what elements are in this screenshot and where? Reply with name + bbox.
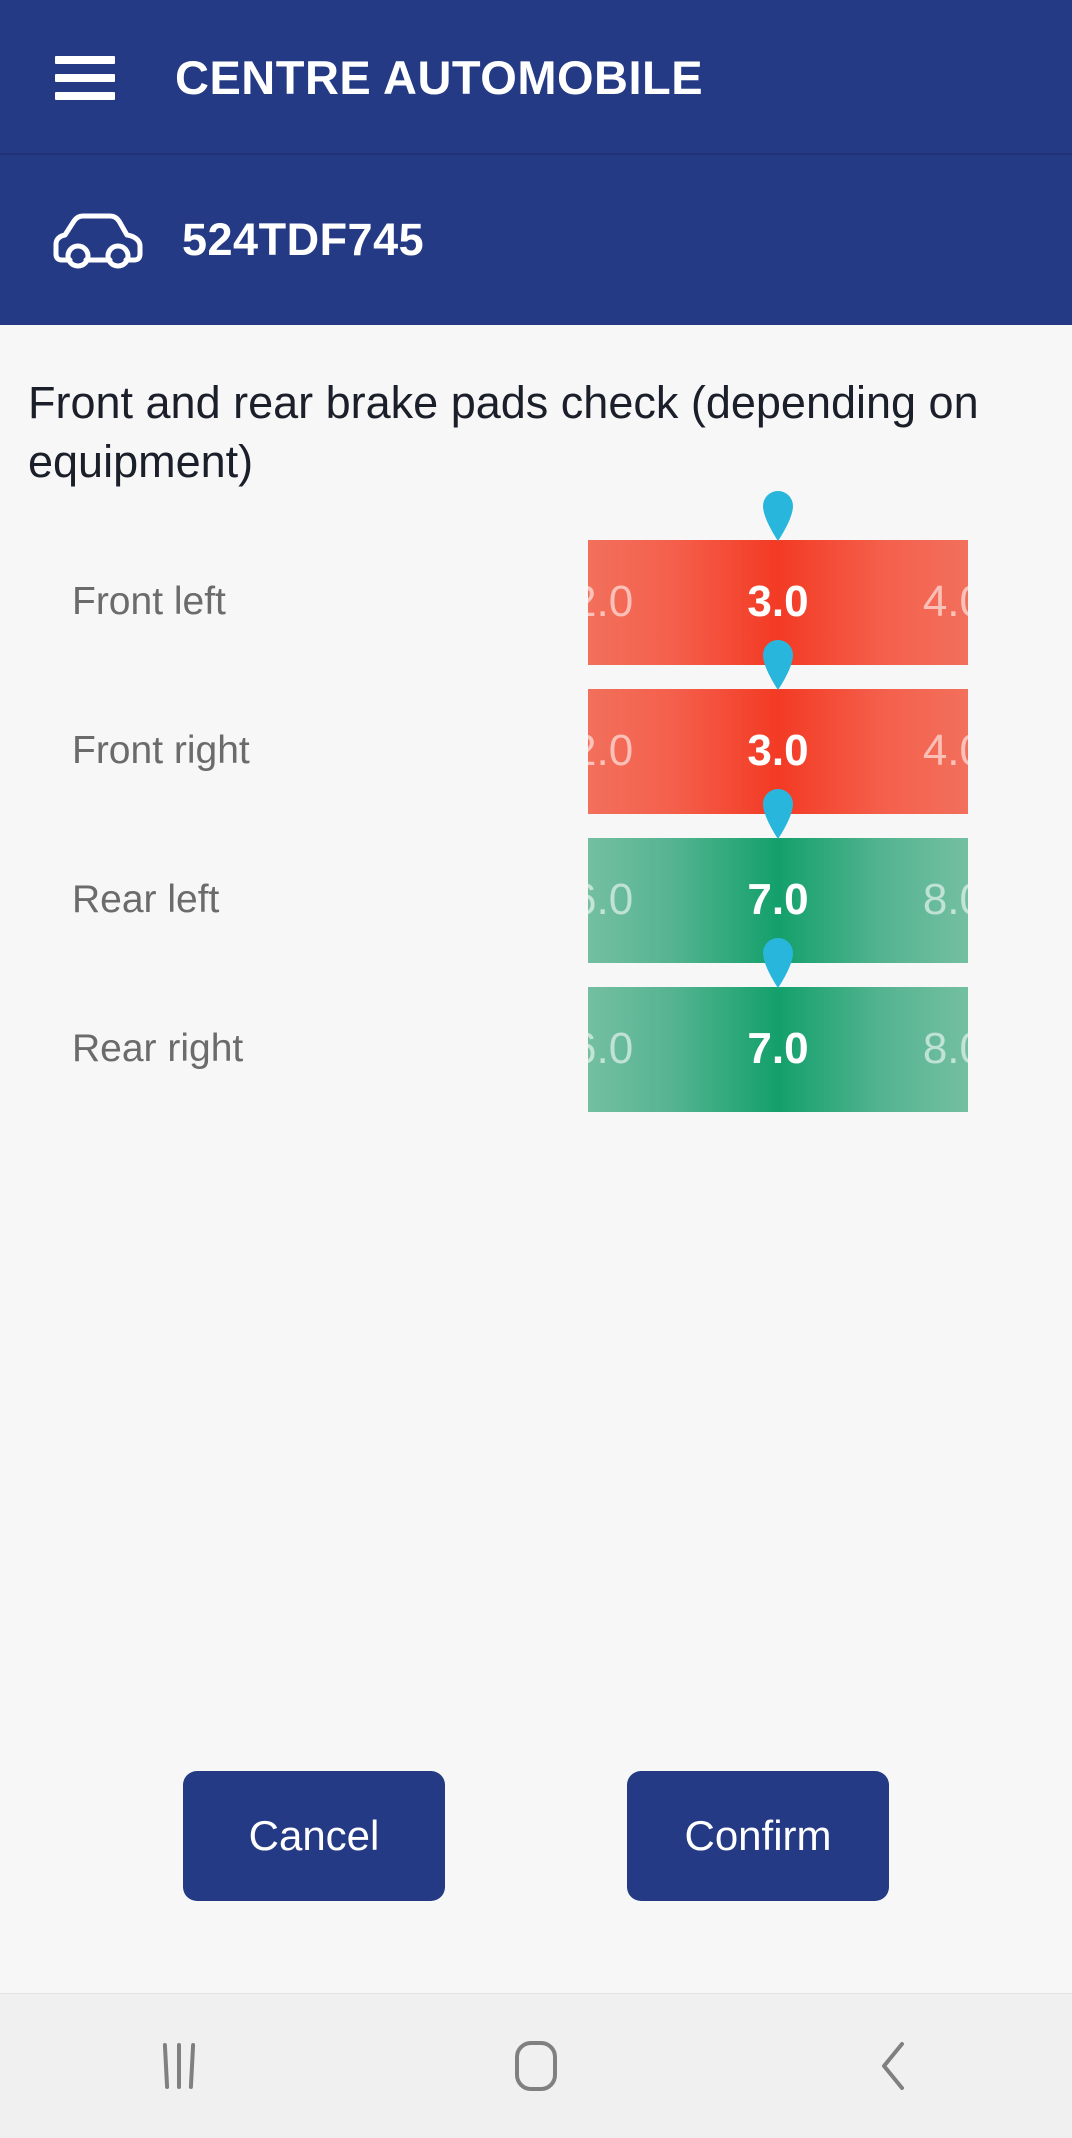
value-picker-rear-right[interactable]: 6.0 7.0 8.0 xyxy=(588,937,968,1112)
pin-marker-icon xyxy=(763,937,793,988)
vehicle-plate: 524TDF745 xyxy=(182,214,425,265)
pin-marker-icon xyxy=(763,639,793,690)
action-button-bar: Cancel Confirm xyxy=(0,1771,1072,1901)
picker-selected-value[interactable]: 7.0 xyxy=(747,878,808,922)
recents-bar-3 xyxy=(188,2042,195,2090)
picker-prev-value[interactable]: 6.0 xyxy=(588,1027,633,1071)
app-bar: CENTRE AUTOMOBILE xyxy=(0,0,1072,155)
picker-next-value[interactable]: 4.0 xyxy=(923,729,968,773)
picker-selected-value[interactable]: 3.0 xyxy=(747,729,808,773)
recents-bar-2 xyxy=(176,2043,181,2089)
picker-prev-value[interactable]: 2.0 xyxy=(588,729,633,773)
picker-strip[interactable]: 6.0 7.0 8.0 xyxy=(588,986,968,1112)
hamburger-bar-2 xyxy=(55,73,115,82)
picker-prev-value[interactable]: 6.0 xyxy=(588,878,633,922)
pin-marker-icon xyxy=(763,788,793,839)
app-title: CENTRE AUTOMOBILE xyxy=(175,51,704,104)
recents-bar-1 xyxy=(162,2042,169,2090)
main-content: Front and rear brake pads check (dependi… xyxy=(0,325,1072,1993)
measurement-row-rear-left: Rear left 6.0 7.0 8.0 xyxy=(28,788,1044,975)
picker-selected-value[interactable]: 3.0 xyxy=(747,580,808,624)
picker-prev-value[interactable]: 2.0 xyxy=(588,580,633,624)
pin-marker-icon xyxy=(763,490,793,541)
car-icon xyxy=(53,213,143,269)
row-label: Front right xyxy=(72,729,250,773)
confirm-button[interactable]: Confirm xyxy=(627,1771,889,1901)
cancel-button[interactable]: Cancel xyxy=(183,1771,445,1901)
picker-selected-value[interactable]: 7.0 xyxy=(747,1027,808,1071)
row-label: Front left xyxy=(72,580,226,624)
page-title: Front and rear brake pads check (dependi… xyxy=(28,377,979,488)
hamburger-bar-3 xyxy=(55,91,115,100)
hamburger-bar-1 xyxy=(55,55,115,64)
back-chevron-icon xyxy=(882,2042,905,2090)
picker-next-value[interactable]: 4.0 xyxy=(923,580,968,624)
android-navigation-bar xyxy=(0,1993,1072,2138)
vehicle-bar: 524TDF745 xyxy=(0,155,1072,325)
measurement-row-rear-right: Rear right 6.0 7.0 8.0 xyxy=(28,937,1044,1124)
measurement-row-front-right: Front right 2.0 3.0 4.0 xyxy=(28,639,1044,826)
home-icon xyxy=(514,2041,557,2091)
back-button[interactable] xyxy=(715,1994,1072,2138)
row-label: Rear right xyxy=(72,1027,244,1071)
measurement-row-front-left: Front left 2.0 3.0 4.0 xyxy=(28,490,1044,677)
row-label: Rear left xyxy=(72,878,220,922)
picker-next-value[interactable]: 8.0 xyxy=(923,878,968,922)
picker-next-value[interactable]: 8.0 xyxy=(923,1027,968,1071)
recents-icon xyxy=(162,2042,195,2090)
measurement-list: Front left 2.0 3.0 4.0 Front right xyxy=(28,490,1044,1124)
picker-track: 6.0 7.0 8.0 xyxy=(588,987,968,1112)
home-button[interactable] xyxy=(357,1994,714,2138)
hamburger-menu-icon[interactable] xyxy=(55,55,115,100)
recents-button[interactable] xyxy=(0,1994,357,2138)
